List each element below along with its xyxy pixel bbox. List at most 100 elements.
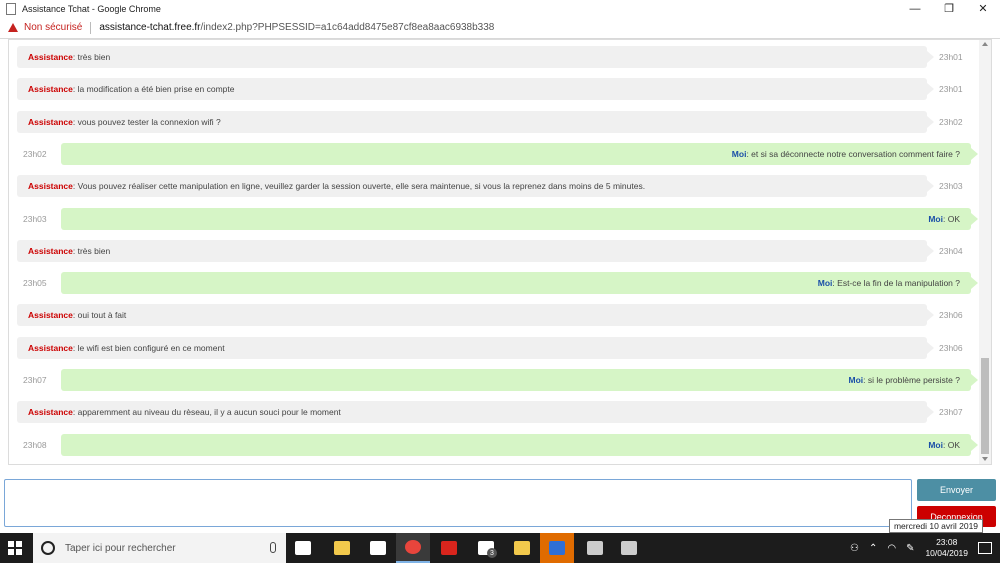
message-text: : apparemment au niveau du rèseau, il y … [72,407,341,418]
windows-start-icon[interactable] [8,541,22,555]
taskbar-network-app[interactable] [505,533,539,563]
taskbar-network-drive-1[interactable] [578,533,612,563]
people-icon[interactable]: ⚇ [850,543,859,554]
address-bar[interactable]: Non sécurisé assistance-tchat.free.fr/in… [0,17,1000,39]
page-icon [6,2,16,15]
bubble-pointer [927,115,934,128]
bubble-pointer [971,374,978,386]
microphone-icon[interactable] [270,542,276,553]
message-outgoing: Moi: OK [61,433,971,456]
bubble-pointer [927,180,934,193]
message-time: 23h02 [939,116,963,127]
chevron-up-icon[interactable]: ⌃ [869,543,877,554]
taskbar-task-view[interactable] [286,533,320,563]
url-text[interactable]: assistance-tchat.free.fr/index2.php?PHPS… [99,22,494,33]
message-incoming: Assistance: très bien [17,46,927,68]
wifi-icon[interactable]: ◠ [887,543,896,554]
message-text: : oui tout à fait [72,310,127,321]
bubble-pointer [971,147,978,160]
message-sender: Assistance [28,181,73,192]
message-text: : et si sa déconnecte notre conversation… [746,148,960,159]
message-sender: Assistance [28,310,73,321]
scrollbar[interactable] [979,40,991,464]
message-text: : très bien [72,52,111,62]
bubble-pointer [927,244,934,257]
message-outgoing: Moi: si le problème persiste ? [61,369,971,391]
scroll-up-icon[interactable] [982,42,988,46]
message-text: : la modification a été bien prise en co… [72,84,235,95]
network-drive-1-icon [587,541,603,555]
message-sender: Assistance [28,245,73,256]
message-text: : vous pouvez tester la connexion wifi ? [72,116,221,127]
message-outgoing: Moi: et si sa déconnecte notre conversat… [61,142,971,165]
message-outgoing: Moi: Est-ce la fin de la manipulation ? [61,272,971,295]
message-sender: Moi [731,148,747,159]
system-tray: ⚇ ⌃ ◠ ✎ 23:08 10/04/2019 [845,533,1000,563]
scroll-thumb[interactable] [981,358,989,454]
message-outgoing: Moi: OK [61,207,971,230]
browser-window: Assistance Tchat - Google Chrome — ❐ ✕ N… [0,0,1000,563]
store-icon [370,541,386,555]
message-sender: Moi [817,278,833,289]
message-text: : si le problème persiste ? [863,375,960,385]
taskbar-file-explorer[interactable] [325,533,359,563]
message-text: : Est-ce la fin de la manipulation ? [832,278,960,289]
title-bar: Assistance Tchat - Google Chrome — ❐ ✕ [0,0,1000,17]
clock[interactable]: 23:08 10/04/2019 [925,537,968,559]
cortana-icon [41,541,55,555]
message-incoming: Assistance: très bien [17,239,927,262]
date-tooltip: mercredi 10 avril 2019 [889,519,983,533]
message-incoming: Assistance: le wifi est bien configuré e… [17,336,927,359]
message-sender: Assistance [28,407,73,418]
window-title: Assistance Tchat - Google Chrome [22,3,161,14]
message-incoming: Assistance: vous pouvez tester la connex… [17,110,927,133]
taskbar-store[interactable] [361,533,395,563]
taskbar-network-drive-2[interactable] [612,533,646,563]
message-time: 23h05 [23,278,47,289]
message-text: : Vous pouvez réaliser cette manipulatio… [72,181,646,192]
scroll-down-icon[interactable] [982,457,988,461]
message-text: : très bien [72,245,111,256]
pdf-reader-icon [441,541,457,555]
bubble-pointer [927,341,934,354]
message-sender: Assistance [28,52,73,62]
message-time: 23h07 [939,407,963,418]
search-placeholder: Taper ici pour rechercher [65,542,176,554]
taskbar-shield-app[interactable] [540,533,574,563]
message-time: 23h03 [939,181,963,192]
message-input[interactable] [4,479,912,527]
pen-icon[interactable]: ✎ [906,543,914,554]
bubble-pointer [927,51,934,63]
message-time: 23h01 [939,84,963,95]
send-button[interactable]: Envoyer [917,479,996,501]
clock-time: 23:08 [936,537,958,547]
message-time: 23h04 [939,245,963,256]
minimize-button[interactable]: — [898,0,932,17]
taskbar-pdf-reader[interactable] [432,533,466,563]
network-app-icon [514,541,530,555]
notification-icon[interactable] [978,542,992,554]
message-sender: Assistance [28,116,73,127]
shield-app-icon [549,541,565,555]
close-button[interactable]: ✕ [966,0,1000,17]
message-time: 23h06 [939,310,963,321]
message-incoming: Assistance: apparemment au niveau du rès… [17,401,927,424]
warning-icon[interactable] [8,23,18,32]
window-controls: — ❐ ✕ [898,0,1000,17]
bubble-pointer [971,212,978,225]
message-incoming: Assistance: la modification a été bien p… [17,78,927,101]
message-time: 23h07 [23,375,47,385]
mail-badge: 3 [487,548,497,558]
clock-date: 10/04/2019 [925,548,968,558]
task-view-icon [295,541,311,555]
taskbar-mail[interactable]: 3 [469,533,503,563]
bubble-pointer [971,438,978,451]
taskbar-search[interactable]: Taper ici pour rechercher [33,533,286,563]
security-label[interactable]: Non sécurisé [24,22,82,33]
chrome-icon [405,540,421,554]
message-time: 23h03 [23,213,47,224]
network-drive-2-icon [621,541,637,555]
taskbar-chrome[interactable] [396,533,430,563]
maximize-button[interactable]: ❐ [932,0,966,17]
bubble-pointer [927,406,934,419]
